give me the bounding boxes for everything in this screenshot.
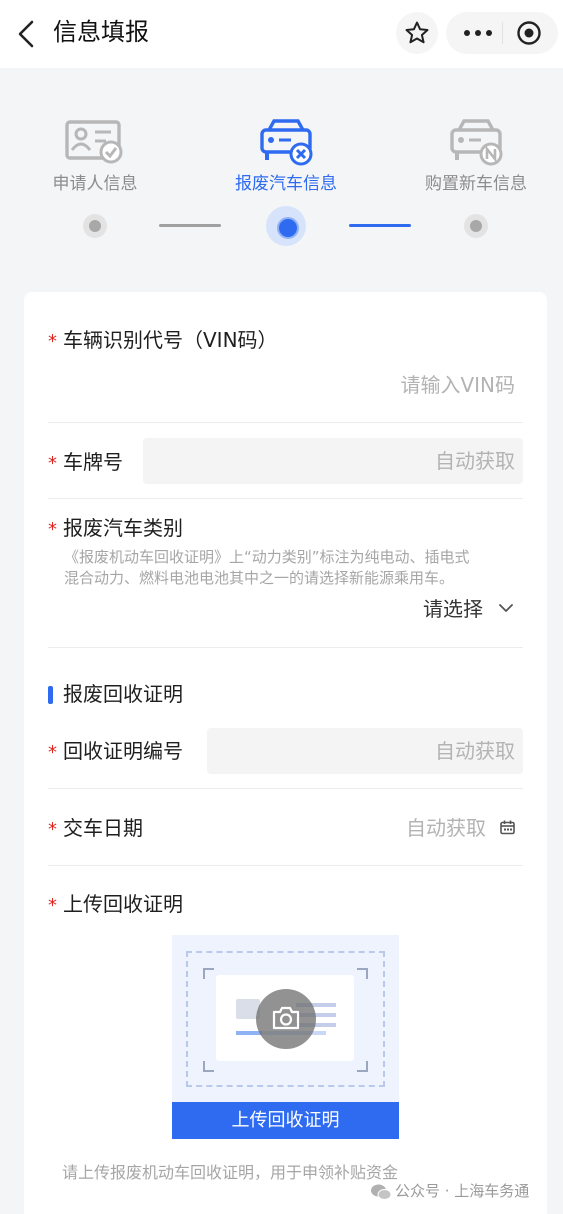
wechat-icon	[371, 1184, 392, 1200]
calendar-icon[interactable]	[499, 819, 516, 836]
vin-label: * 车辆识别代号（VIN码）	[48, 326, 278, 356]
cert-no-value: 自动获取	[435, 739, 515, 763]
upload-button[interactable]: 上传回收证明	[172, 1102, 399, 1139]
divider	[48, 498, 523, 499]
required-mark: *	[48, 453, 57, 474]
car-x-icon	[260, 119, 313, 166]
upload-area[interactable]: 上传回收证明	[172, 935, 399, 1139]
cert-no-field[interactable]: 自动获取	[207, 728, 523, 774]
scrap-type-label-text: 报废汽车类别	[63, 516, 183, 540]
required-mark: *	[48, 742, 57, 763]
required-mark: *	[48, 895, 57, 916]
scrap-type-hint-2: 混合动力、燃料电池电池其中之一的请选择新能源乘用车。	[64, 569, 455, 587]
id-card-check-icon	[65, 120, 123, 164]
favorite-button[interactable]	[396, 12, 438, 54]
delivery-date-label: * 交车日期	[48, 814, 143, 844]
step-label-new-car: 购置新车信息	[425, 174, 527, 194]
chevron-down-icon[interactable]	[497, 601, 515, 615]
required-mark: *	[48, 519, 57, 540]
nav-bar: 信息填报	[0, 0, 563, 68]
more-icon[interactable]	[460, 21, 496, 45]
step-dot-new-car[interactable]	[464, 214, 488, 238]
delivery-date-label-text: 交车日期	[63, 816, 143, 840]
step-label-applicant: 申请人信息	[52, 174, 138, 194]
watermark-text: 公众号 · 上海车务通	[395, 1182, 530, 1200]
required-mark: *	[48, 819, 57, 840]
page-title: 信息填报	[53, 18, 149, 46]
plate-field[interactable]: 自动获取	[143, 438, 523, 484]
mini-program-capsule	[446, 12, 558, 54]
section-title: 报废回收证明	[63, 682, 183, 706]
step-connector-1	[159, 224, 221, 227]
plate-label-text: 车牌号	[63, 450, 123, 474]
scrap-type-select[interactable]: 请选择	[423, 595, 483, 623]
plate-value: 自动获取	[435, 449, 515, 473]
scrap-type-label: * 报废汽车类别	[48, 514, 183, 544]
upload-label-text: 上传回收证明	[63, 892, 183, 916]
divider	[48, 647, 523, 648]
divider	[48, 788, 523, 789]
step-label-scrap-car: 报废汽车信息	[235, 174, 337, 194]
cert-no-label-text: 回收证明编号	[63, 739, 183, 763]
camera-button[interactable]	[256, 989, 316, 1049]
step-dot-scrap-car[interactable]	[266, 206, 306, 246]
step-dot-applicant[interactable]	[83, 214, 107, 238]
required-mark: *	[48, 331, 57, 352]
delivery-date-input[interactable]: 自动获取	[406, 814, 486, 842]
capsule-divider	[502, 22, 503, 44]
section-accent-bar	[48, 686, 53, 704]
plate-label: * 车牌号	[48, 448, 123, 478]
vin-label-text: 车辆识别代号（VIN码）	[63, 328, 278, 352]
car-n-icon	[450, 119, 503, 166]
camera-icon	[272, 1006, 300, 1030]
vin-input[interactable]: 请输入VIN码	[400, 371, 515, 399]
upload-hint: 请上传报废机动车回收证明，用于申领补贴资金	[62, 1163, 399, 1182]
step-connector-2	[349, 224, 411, 227]
cert-no-label: * 回收证明编号	[48, 737, 183, 767]
close-target-icon[interactable]	[516, 20, 542, 46]
divider	[48, 865, 523, 866]
star-icon	[405, 21, 429, 44]
divider	[48, 422, 523, 423]
scrap-type-hint-1: 《报废机动车回收证明》上“动力类别”标注为纯电动、插电式	[64, 548, 470, 566]
upload-label: * 上传回收证明	[48, 890, 183, 920]
back-icon[interactable]	[12, 16, 42, 52]
